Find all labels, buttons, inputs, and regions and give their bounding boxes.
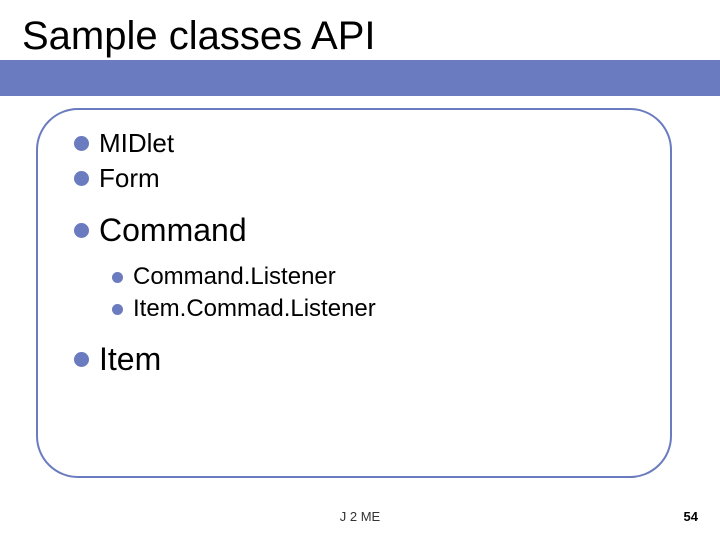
bullet-icon (74, 171, 89, 186)
bullet-command-listener: Command.Listener (112, 263, 634, 291)
bullet-item: Item (74, 341, 634, 378)
slide: Sample classes API MIDlet Form Command C… (0, 0, 720, 540)
bullet-label: Command (99, 212, 247, 249)
bullet-item-commad-listener: Item.Commad.Listener (112, 295, 634, 323)
bullet-icon (74, 136, 89, 151)
bullet-form: Form (74, 163, 634, 194)
bullet-midlet: MIDlet (74, 128, 634, 159)
bullet-label: Item (99, 341, 161, 378)
bullet-icon (112, 304, 123, 315)
page-number: 54 (684, 509, 698, 524)
footer-center: J 2 ME (0, 509, 720, 524)
bullet-list: MIDlet Form Command Command.Listener Ite… (74, 128, 634, 382)
bullet-label: MIDlet (99, 128, 174, 159)
bullet-label: Command.Listener (133, 263, 336, 291)
bullet-icon (74, 352, 89, 367)
bullet-icon (74, 223, 89, 238)
bullet-label: Item.Commad.Listener (133, 295, 376, 323)
bullet-command: Command (74, 212, 634, 249)
slide-title: Sample classes API (22, 14, 376, 59)
bullet-label: Form (99, 163, 160, 194)
bullet-icon (112, 272, 123, 283)
title-accent-bar (0, 60, 720, 96)
